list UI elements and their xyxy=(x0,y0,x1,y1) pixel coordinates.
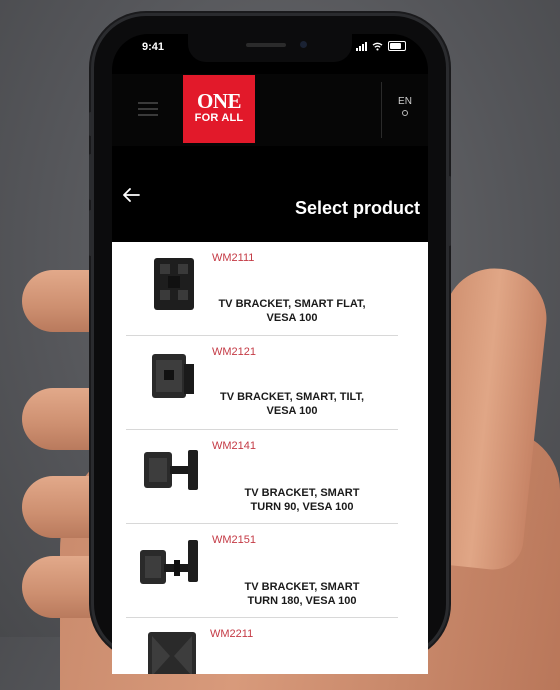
description-line: VESA 100 xyxy=(266,405,318,417)
app-header: ONE FOR ALL EN xyxy=(112,74,428,146)
product-description: TV BRACKET, SMART FLAT, VESA 100 xyxy=(202,297,382,325)
bracket-turn-180-image xyxy=(140,540,198,584)
product-code: WM2121 xyxy=(212,346,257,358)
product-code: WM2141 xyxy=(212,440,257,452)
phone-volume-button xyxy=(89,210,92,256)
description-line: TURN 90, VESA 100 xyxy=(250,501,354,513)
hamburger-menu-icon[interactable] xyxy=(138,102,158,116)
product-item-wm2111[interactable]: WM2111 TV BRACKET, SMART FLAT, VESA 100 xyxy=(112,242,428,336)
front-camera xyxy=(300,41,307,48)
phone-device: 9:41 ONE FOR ALL EN Select product WM211… xyxy=(89,16,451,674)
description-line: VESA 100 xyxy=(266,312,318,324)
description-line: TV BRACKET, SMART xyxy=(244,581,360,593)
description-line: TV BRACKET, SMART, TILT, xyxy=(219,391,364,403)
product-item-wm2141[interactable]: WM2141 TV BRACKET, SMART TURN 90, VESA 1… xyxy=(112,430,428,524)
status-time: 9:41 xyxy=(142,41,165,53)
phone-volume-button xyxy=(89,154,92,200)
product-item-wm2121[interactable]: WM2121 TV BRACKET, SMART, TILT, VESA 100 xyxy=(112,336,428,430)
logo-line2: FOR ALL xyxy=(194,112,244,124)
product-description: TV BRACKET, SMART TURN 90, VESA 100 xyxy=(212,486,392,514)
product-code: WM2151 xyxy=(212,534,257,546)
product-code: WM2211 xyxy=(210,628,254,640)
brand-logo[interactable]: ONE FOR ALL xyxy=(183,75,255,143)
bracket-image xyxy=(148,632,196,674)
title-bar: Select product xyxy=(112,146,428,242)
notch xyxy=(188,34,352,62)
description-line: TV BRACKET, SMART xyxy=(244,487,360,499)
product-list: WM2111 TV BRACKET, SMART FLAT, VESA 100 … xyxy=(112,242,428,674)
description-line: TURN 180, VESA 100 xyxy=(247,595,357,607)
product-item-wm2211[interactable]: WM2211 xyxy=(112,618,428,674)
phone-mute-switch xyxy=(89,112,92,136)
product-description: TV BRACKET, SMART, TILT, VESA 100 xyxy=(202,390,382,418)
bracket-turn-90-image xyxy=(144,450,198,490)
phone-screen: 9:41 ONE FOR ALL EN Select product WM211… xyxy=(112,34,428,674)
speaker-grille xyxy=(246,43,286,47)
battery-icon xyxy=(388,41,406,51)
description-line: TV BRACKET, SMART FLAT, xyxy=(218,298,366,310)
product-description: TV BRACKET, SMART TURN 180, VESA 100 xyxy=(212,580,392,608)
language-label: EN xyxy=(398,96,412,107)
arrow-left-icon[interactable] xyxy=(120,184,142,206)
signal-icon xyxy=(356,41,367,51)
status-icons xyxy=(356,41,406,51)
wifi-icon xyxy=(372,42,383,51)
product-code: WM2111 xyxy=(212,252,255,264)
product-item-wm2151[interactable]: WM2151 TV BRACKET, SMART TURN 180, VESA … xyxy=(112,524,428,618)
logo-line1: ONE xyxy=(196,89,242,113)
phone-power-button xyxy=(448,176,451,246)
bracket-flat-image xyxy=(154,258,194,310)
language-dot-icon xyxy=(402,110,408,116)
language-selector[interactable]: EN xyxy=(382,96,428,116)
page-title: Select product xyxy=(294,198,420,218)
bracket-tilt-image xyxy=(152,354,194,398)
